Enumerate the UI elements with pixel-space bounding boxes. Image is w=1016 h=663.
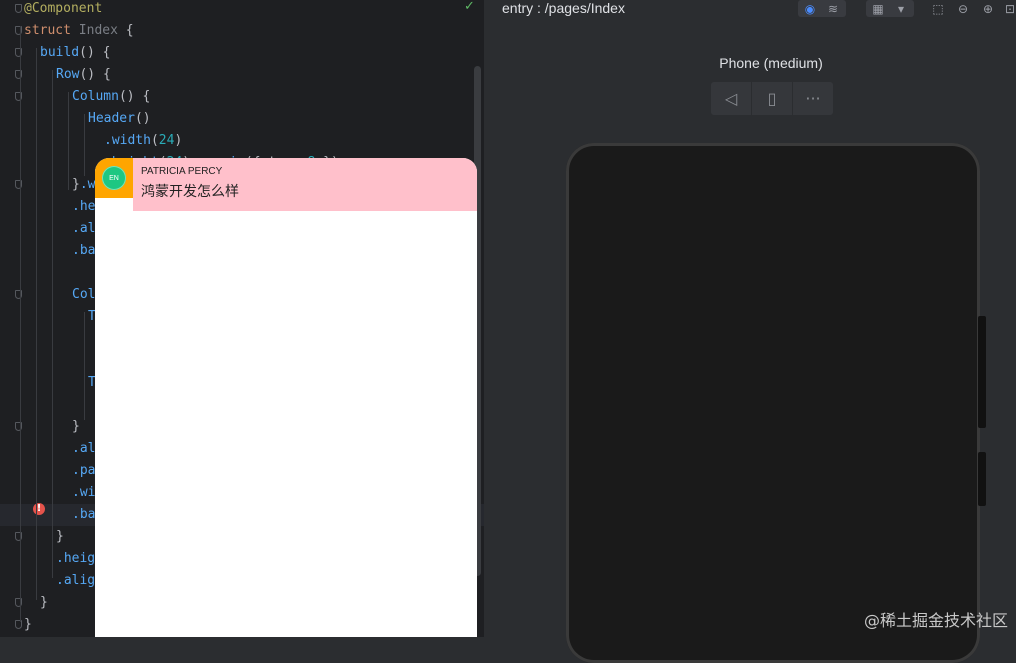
code-text: Header() [88, 108, 151, 130]
code-text: Row() { [56, 64, 111, 86]
layers-icon[interactable]: ≋ [822, 0, 844, 17]
phone-power-button [978, 452, 986, 506]
code-text: } [24, 614, 32, 636]
code-token: () [134, 111, 151, 126]
code-token: .width [104, 133, 151, 148]
previewer-panel: entry : /pages/Index ◉ ≋ ▦ ▾ ⬚ ⊖ ⊕ ⊡ Pho… [486, 0, 1016, 663]
code-token: } [56, 529, 64, 544]
view-toggle-group: ◉ ≋ [798, 0, 846, 17]
code-token: ) [174, 133, 183, 148]
text-column: PATRICIA PERCY 鸿蒙开发怎么样 [133, 158, 477, 211]
back-icon[interactable]: ◁ [711, 82, 752, 115]
code-line[interactable]: Header() [0, 108, 484, 130]
phone-volume-button [978, 316, 986, 428]
check-icon: ✓ [464, 0, 475, 14]
watermark: @稀土掘金技术社区 [863, 611, 1008, 630]
rotate-device-icon[interactable]: ▯ [752, 82, 793, 115]
device-title: Phone (medium) [719, 55, 823, 71]
inspector-icon[interactable]: ◉ [800, 0, 820, 17]
code-line[interactable]: @Component [0, 0, 484, 20]
code-token: Index [78, 23, 126, 38]
code-token: { [125, 23, 134, 38]
more-icon[interactable]: ··· [793, 82, 833, 115]
code-line[interactable]: Row() { [0, 64, 484, 86]
code-token: () { [79, 67, 111, 82]
code-token: () { [118, 89, 151, 104]
code-line[interactable]: Column() { [0, 86, 484, 108]
code-text: } [40, 592, 48, 614]
code-token: Row [56, 67, 80, 82]
entry-path: entry : /pages/Index [502, 0, 625, 16]
contact-name: PATRICIA PERCY [141, 166, 223, 177]
code-text: build() { [40, 42, 110, 64]
code-token: build [40, 45, 80, 60]
phone-frame [566, 143, 980, 663]
error-icon[interactable]: ! [33, 503, 45, 515]
code-token: } [40, 595, 48, 610]
code-token: Column [72, 89, 119, 104]
code-token: 24 [158, 133, 175, 148]
fit-screen-icon[interactable]: ⬚ [929, 0, 947, 17]
code-text: } [72, 416, 80, 438]
avatar: EN [102, 166, 126, 190]
code-token: struct [24, 23, 79, 38]
header-column: EN [95, 158, 133, 198]
code-text: @Component [24, 0, 102, 20]
phone-screen: EN PATRICIA PERCY 鸿蒙开发怎么样 [95, 158, 477, 637]
more-toolbar-icon[interactable]: ⊡ [1004, 0, 1016, 17]
previewer-toolbar: entry : /pages/Index ◉ ≋ ▦ ▾ ⬚ ⊖ ⊕ ⊡ [486, 0, 1016, 22]
layout-toggle-group: ▦ ▾ [866, 0, 914, 17]
zoom-out-icon[interactable]: ⊖ [954, 0, 972, 17]
code-text: struct Index { [24, 20, 134, 42]
device-control-bar: ◁ ▯ ··· [711, 82, 833, 115]
code-line[interactable]: struct Index { [0, 20, 484, 42]
code-token: @Component [24, 1, 103, 16]
code-token: () { [79, 45, 111, 60]
chevron-down-icon[interactable]: ▾ [890, 0, 912, 17]
code-token: Header [88, 111, 135, 126]
message-text: 鸿蒙开发怎么样 [141, 184, 239, 200]
code-text: Column() { [72, 86, 150, 108]
code-token: } [72, 177, 80, 192]
app-row: EN PATRICIA PERCY 鸿蒙开发怎么样 [95, 158, 477, 211]
code-token: ( [150, 133, 159, 148]
code-line[interactable]: .width(24) [0, 130, 484, 152]
fold-icon[interactable] [15, 4, 22, 13]
code-text: } [56, 526, 64, 548]
zoom-in-icon[interactable]: ⊕ [979, 0, 997, 17]
code-text: .width(24) [104, 130, 182, 152]
grid-icon[interactable]: ▦ [868, 0, 888, 17]
code-token: } [72, 419, 80, 434]
code-token: } [24, 617, 32, 632]
code-line[interactable]: build() { [0, 42, 484, 64]
